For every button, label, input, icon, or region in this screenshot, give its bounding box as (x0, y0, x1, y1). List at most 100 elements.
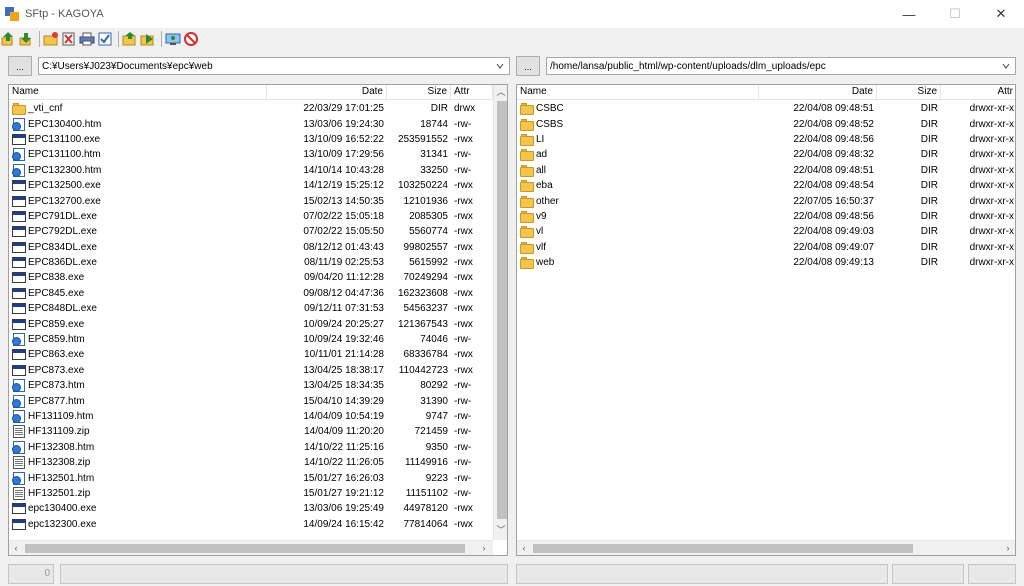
exe-file-icon (12, 256, 26, 269)
remote-horizontal-scroll-thumb[interactable] (533, 544, 913, 553)
upload-icon[interactable] (0, 31, 16, 47)
file-row[interactable]: HF131109.htm 14/04/09 10:54:19 9747 -rw- (9, 409, 493, 424)
file-row[interactable]: EPC863.exe 10/11/01 21:14:28 68336784 -rwx (9, 347, 493, 362)
file-row[interactable]: LI 22/04/08 09:48:56 DIR drwxr-xr-x (517, 132, 1015, 147)
file-row[interactable]: vl 22/04/08 09:49:03 DIR drwxr-xr-x (517, 224, 1015, 239)
file-attr: -rwx (454, 210, 473, 222)
remote-path-combo[interactable]: /home/lansa/public_html/wp-content/uploa… (546, 57, 1016, 75)
file-row[interactable]: all 22/04/08 09:48:51 DIR drwxr-xr-x (517, 163, 1015, 178)
connect-icon[interactable] (165, 31, 181, 47)
scroll-left-arrow-icon[interactable]: ‹ (517, 541, 531, 555)
disconnect-icon[interactable] (183, 31, 199, 47)
file-row[interactable]: epc132300.exe 14/09/24 16:15:42 77814064 -r… (9, 517, 493, 532)
file-row[interactable]: EPC873.exe 13/04/25 18:38:17 110442723 -rwx (9, 363, 493, 378)
chevron-down-icon[interactable] (494, 60, 506, 72)
file-row[interactable]: HF132308.htm 14/10/22 11:25:16 9350 -rw- (9, 440, 493, 455)
local-file-list[interactable]: Name Date Size Attr _vti_cnf 22/03/29 17:… (8, 84, 508, 556)
file-row[interactable]: other 22/07/05 16:50:37 DIR drwxr-xr-x (517, 193, 1015, 208)
file-row[interactable]: epc130400.exe 13/03/06 19:25:49 44978120 -r… (9, 501, 493, 516)
file-row[interactable]: CSBC 22/04/08 09:48:51 DIR drwxr-xr-x (517, 101, 1015, 116)
file-row[interactable]: HF132501.zip 15/01/27 19:21:12 11151102 -rw… (9, 486, 493, 501)
file-row[interactable]: EPC836DL.exe 08/11/19 02:25:53 5615992 -rwx (9, 255, 493, 270)
file-row[interactable]: vlf 22/04/08 09:49:07 DIR drwxr-xr-x (517, 240, 1015, 255)
file-row[interactable]: EPC792DL.exe 07/02/22 15:05:50 5560774 -rwx (9, 224, 493, 239)
file-row[interactable]: HF131109.zip 14/04/09 11:20:20 721459 -rw- (9, 424, 493, 439)
exe-file-icon (12, 364, 26, 377)
column-header-name[interactable]: Name (517, 85, 759, 100)
file-size: 54563237 (403, 303, 449, 315)
column-header-date[interactable]: Date (267, 85, 387, 100)
local-vertical-scroll-thumb[interactable] (497, 101, 507, 519)
delete-icon[interactable] (61, 31, 77, 47)
file-row[interactable]: EPC132700.exe 15/02/13 14:50:35 12101936 -r… (9, 193, 493, 208)
file-date: 22/04/08 09:49:13 (793, 257, 874, 269)
file-row[interactable]: v9 22/04/08 09:48:56 DIR drwxr-xr-x (517, 209, 1015, 224)
minimize-button[interactable]: — (886, 0, 932, 28)
file-size: 721459 (414, 426, 448, 438)
local-path-combo[interactable]: C:¥Users¥J023¥Documents¥epc¥web (38, 57, 510, 75)
local-horizontal-scroll-thumb[interactable] (25, 544, 465, 553)
column-header-date[interactable]: Date (759, 85, 877, 100)
file-row[interactable]: EPC859.exe 10/09/24 20:25:27 121367543 -rwx (9, 316, 493, 331)
scroll-left-arrow-icon[interactable]: ‹ (9, 541, 23, 555)
scroll-up-arrow-icon[interactable]: ︿ (494, 85, 507, 99)
file-row[interactable]: EPC834DL.exe 08/12/12 01:43:43 99802557 -rw… (9, 240, 493, 255)
file-row[interactable]: EPC873.htm 13/04/25 18:34:35 80292 -rw- (9, 378, 493, 393)
column-header-attr[interactable]: Attr (941, 85, 1015, 100)
file-row[interactable]: _vti_cnf 22/03/29 17:01:25 DIR drwx (9, 101, 493, 116)
file-row[interactable]: EPC132500.exe 14/12/19 15:25:12 103250224-… (9, 178, 493, 193)
file-row[interactable]: ad 22/04/08 09:48:32 DIR drwxr-xr-x (517, 147, 1015, 162)
column-header-size[interactable]: Size (387, 85, 451, 100)
remote-file-list[interactable]: Name Date Size Attr CSBC 22/04/08 09:48:5… (516, 84, 1016, 556)
file-row[interactable]: EPC859.htm 10/09/24 19:32:46 74046 -rw- (9, 332, 493, 347)
file-row[interactable]: web 22/04/08 09:49:13 DIR drwxr-xr-x (517, 255, 1015, 270)
file-row[interactable]: EPC791DL.exe 07/02/22 15:05:18 2085305 -rwx (9, 209, 493, 224)
file-size: DIR (920, 241, 938, 253)
file-row[interactable]: EPC131100.exe 13/10/09 16:52:22 253591552-… (9, 132, 493, 147)
file-size: 44978120 (403, 503, 449, 515)
file-row[interactable]: EPC848DL.exe 09/12/11 07:31:53 54563237 -rw… (9, 301, 493, 316)
column-header-attr[interactable]: Attr (451, 85, 493, 100)
toolbar (0, 28, 1024, 50)
remote-status-panel-3 (968, 564, 1016, 584)
go-icon[interactable] (140, 31, 156, 47)
file-row[interactable]: EPC132300.htm 14/10/14 10:43:28 33250 -rw- (9, 163, 493, 178)
remote-status-panel-2 (892, 564, 964, 584)
file-row[interactable]: EPC838.exe 09/04/20 11:12:28 70249294 -rwx (9, 270, 493, 285)
file-row[interactable]: CSBS 22/04/08 09:48:52 DIR drwxr-xr-x (517, 116, 1015, 131)
chevron-down-icon[interactable] (1000, 60, 1012, 72)
local-horizontal-scrollbar[interactable]: ‹ › (9, 540, 493, 555)
file-attr: drwxr-xr-x (969, 257, 1014, 269)
remote-path-browse-button[interactable]: ... (516, 56, 540, 76)
checkbox-icon[interactable] (97, 31, 113, 47)
column-header-size[interactable]: Size (877, 85, 941, 100)
scroll-right-arrow-icon[interactable]: › (1001, 541, 1015, 555)
folder-icon (520, 241, 534, 254)
remote-horizontal-scrollbar[interactable]: ‹ › (517, 540, 1015, 555)
file-row[interactable]: EPC130400.htm 13/03/06 19:24:30 18744 -rw- (9, 116, 493, 131)
local-vertical-scrollbar[interactable]: ︿ ﹀ (493, 85, 507, 540)
file-row[interactable]: HF132308.zip 14/10/22 11:26:05 11149916 -rw… (9, 455, 493, 470)
maximize-button[interactable]: ☐ (932, 0, 978, 28)
file-name: EPC834DL.exe (28, 241, 97, 253)
column-header-name[interactable]: Name (9, 85, 267, 100)
scroll-down-arrow-icon[interactable]: ﹀ (494, 523, 507, 537)
download-icon[interactable] (18, 31, 34, 47)
file-size: DIR (920, 226, 938, 238)
file-row[interactable]: EPC845.exe 09/08/12 04:47:36 162323608 -rwx (9, 286, 493, 301)
file-row[interactable]: eba 22/04/08 09:48:54 DIR drwxr-xr-x (517, 178, 1015, 193)
open-folder-icon[interactable] (122, 31, 138, 47)
scroll-right-arrow-icon[interactable]: › (477, 541, 491, 555)
file-name: EPC848DL.exe (28, 303, 97, 315)
file-attr: drwxr-xr-x (969, 164, 1014, 176)
file-row[interactable]: HF132501.htm 15/01/27 16:26:03 9223 -rw- (9, 470, 493, 485)
file-row[interactable]: EPC877.htm 15/04/10 14:39:29 31390 -rw- (9, 393, 493, 408)
close-button[interactable]: ✕ (978, 0, 1024, 28)
print-icon[interactable] (79, 31, 95, 47)
local-rows: _vti_cnf 22/03/29 17:01:25 DIR drwx EPC13040… (9, 101, 493, 532)
local-path-browse-button[interactable]: ... (8, 56, 32, 76)
new-folder-icon[interactable] (43, 31, 59, 47)
file-size: 77814064 (403, 518, 449, 530)
file-name: v9 (536, 210, 547, 222)
file-row[interactable]: EPC131100.htm 13/10/09 17:29:56 31341 -rw- (9, 147, 493, 162)
